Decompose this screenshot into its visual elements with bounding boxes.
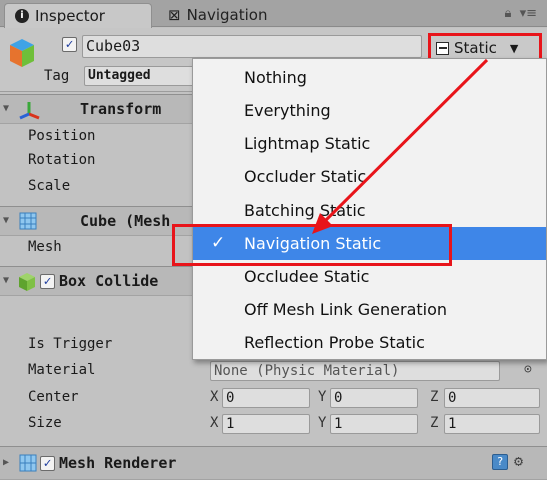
center-x-field[interactable]: 0 bbox=[222, 388, 310, 408]
menu-item-label: Nothing bbox=[244, 68, 307, 87]
menu-item-reflection-probe-static[interactable]: Reflection Probe Static bbox=[193, 326, 546, 359]
tab-inspector-label: Inspector bbox=[35, 7, 105, 25]
mesh-renderer-title: Mesh Renderer bbox=[59, 454, 177, 472]
center-y-label: Y bbox=[318, 389, 327, 405]
static-mixed-checkbox[interactable] bbox=[436, 41, 449, 55]
object-active-checkbox[interactable]: ✓ bbox=[62, 37, 77, 52]
mesh-renderer-icon bbox=[19, 454, 37, 472]
menu-item-nothing[interactable]: Nothing bbox=[193, 61, 546, 94]
tab-navigation[interactable]: ⊠ Navigation bbox=[158, 3, 277, 27]
size-y-field[interactable]: 1 bbox=[330, 414, 418, 434]
mesh-renderer-header[interactable]: ▶ ✓ Mesh Renderer ? ⚙︎ bbox=[0, 446, 547, 480]
fold-arrow-icon[interactable]: ▼ bbox=[3, 103, 9, 114]
menu-item-label: Everything bbox=[244, 101, 331, 120]
is-trigger-label: Is Trigger bbox=[28, 336, 113, 352]
lock-icon[interactable]: 🔒︎ bbox=[505, 6, 512, 21]
mesh-grid-icon bbox=[19, 212, 37, 230]
position-label: Position bbox=[28, 128, 96, 144]
menu-item-navigation-static[interactable]: ✓ Navigation Static bbox=[193, 227, 546, 260]
mesh-filter-title: Cube (Mesh bbox=[80, 212, 171, 230]
menu-item-label: Occluder Static bbox=[244, 167, 367, 186]
inspector-panel: i Inspector ⊠ Navigation 🔒︎ ▾≡ ✓ Cube03 … bbox=[0, 0, 547, 480]
scale-label: Scale bbox=[28, 178, 71, 194]
menu-item-occluder-static[interactable]: Occluder Static bbox=[193, 160, 546, 193]
tab-bar: i Inspector ⊠ Navigation 🔒︎ ▾≡ bbox=[0, 0, 547, 28]
cube-object-icon bbox=[10, 39, 34, 67]
menu-item-label: Off Mesh Link Generation bbox=[244, 300, 448, 319]
size-x-field[interactable]: 1 bbox=[222, 414, 310, 434]
size-z-field[interactable]: 1 bbox=[444, 414, 540, 434]
menu-item-off-mesh-link-generation[interactable]: Off Mesh Link Generation bbox=[193, 293, 546, 326]
menu-item-label: Lightmap Static bbox=[244, 134, 371, 153]
info-icon: i bbox=[15, 9, 29, 23]
transform-axes-icon bbox=[19, 102, 40, 120]
menu-item-label: Navigation Static bbox=[244, 234, 382, 253]
menu-item-batching-static[interactable]: Batching Static bbox=[193, 194, 546, 227]
mesh-label: Mesh bbox=[28, 239, 62, 255]
navigation-grid-icon: ⊠ bbox=[168, 6, 181, 24]
panel-menu-icon[interactable]: ▾≡ bbox=[520, 6, 537, 21]
mesh-renderer-enabled-checkbox[interactable]: ✓ bbox=[40, 456, 55, 471]
center-y-field[interactable]: 0 bbox=[330, 388, 418, 408]
size-y-label: Y bbox=[318, 415, 327, 431]
center-x-label: X bbox=[210, 389, 219, 405]
material-field[interactable]: None (Physic Material) bbox=[210, 361, 500, 381]
menu-item-lightmap-static[interactable]: Lightmap Static bbox=[193, 127, 546, 160]
tab-controls: 🔒︎ ▾≡ bbox=[505, 6, 537, 21]
material-label: Material bbox=[28, 362, 96, 378]
box-collider-enabled-checkbox[interactable]: ✓ bbox=[40, 274, 55, 289]
menu-item-label: Batching Static bbox=[244, 201, 366, 220]
rotation-label: Rotation bbox=[28, 152, 96, 168]
tab-navigation-label: Navigation bbox=[186, 6, 268, 24]
size-x-label: X bbox=[210, 415, 219, 431]
static-flags-menu: Nothing Everything Lightmap Static Occlu… bbox=[192, 58, 547, 360]
center-label: Center bbox=[28, 389, 79, 405]
help-book-icon[interactable]: ? bbox=[492, 454, 508, 470]
size-z-label: Z bbox=[430, 415, 439, 431]
center-z-field[interactable]: 0 bbox=[444, 388, 540, 408]
object-picker-icon[interactable]: ⊙ bbox=[524, 362, 532, 377]
fold-arrow-icon[interactable]: ▼ bbox=[3, 275, 9, 286]
center-z-label: Z bbox=[430, 389, 439, 405]
menu-item-label: Occludee Static bbox=[244, 267, 370, 286]
menu-item-occludee-static[interactable]: Occludee Static bbox=[193, 260, 546, 293]
tab-inspector[interactable]: i Inspector bbox=[4, 3, 152, 28]
check-icon: ✓ bbox=[211, 233, 226, 253]
menu-item-everything[interactable]: Everything bbox=[193, 94, 546, 127]
tag-dropdown[interactable]: Untagged bbox=[84, 66, 194, 86]
fold-arrow-icon[interactable]: ▼ bbox=[3, 215, 9, 226]
size-label: Size bbox=[28, 415, 62, 431]
object-name-field[interactable]: Cube03 bbox=[82, 35, 422, 58]
transform-title: Transform bbox=[80, 100, 162, 118]
box-collider-title: Box Collide bbox=[59, 272, 159, 290]
chevron-down-icon: ▼ bbox=[509, 41, 519, 55]
fold-arrow-right-icon[interactable]: ▶ bbox=[3, 457, 9, 468]
tag-label: Tag bbox=[44, 68, 70, 84]
static-label: Static bbox=[454, 39, 497, 57]
gear-icon[interactable]: ⚙︎ bbox=[514, 452, 523, 470]
box-collider-icon bbox=[19, 273, 35, 291]
menu-item-label: Reflection Probe Static bbox=[244, 333, 425, 352]
